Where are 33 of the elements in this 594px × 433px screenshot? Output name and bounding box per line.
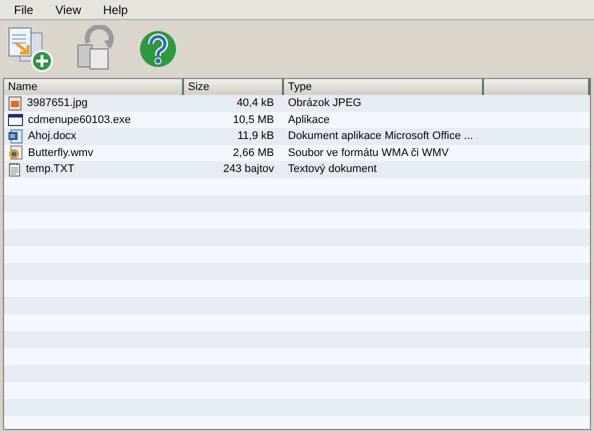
file-row[interactable]: Ahoj.docx 11,9 kB Dokument aplikace Microsoft Office ... <box>4 128 590 144</box>
file-size: 2,66 MB <box>233 146 274 160</box>
file-type: Aplikace <box>288 114 330 126</box>
file-type: Obrázok JPEG <box>288 97 362 109</box>
menu-item[interactable]: Help <box>97 0 134 18</box>
program-window-icon <box>8 112 23 127</box>
add-files-icon[interactable] <box>6 25 54 73</box>
file-size: 40,4 kB <box>236 96 274 111</box>
file-size: 10,5 MB <box>233 112 274 128</box>
file-name: Ahoj.docx <box>28 129 76 144</box>
notepad-icon <box>8 162 21 177</box>
file-name: 3987651.jpg <box>27 96 88 111</box>
column-header[interactable]: Type <box>284 79 484 95</box>
file-row[interactable]: cdmenupe60103.exe 10,5 MB Aplikace <box>4 112 590 128</box>
file-type: Soubor ve formátu WMA či WMV <box>288 146 449 158</box>
file-size: 243 bajtov <box>223 162 274 177</box>
help-icon[interactable] <box>138 29 178 69</box>
media-file-icon <box>8 145 23 160</box>
word-document-icon <box>8 128 23 144</box>
column-header[interactable]: Size <box>184 79 284 95</box>
file-type: Textový dokument <box>288 163 377 175</box>
file-size: 11,9 kB <box>238 129 274 144</box>
file-name: cdmenupe60103.exe <box>28 112 131 128</box>
file-type: Dokument aplikace Microsoft Office ... <box>288 130 474 142</box>
file-row[interactable]: temp.TXT 243 bajtov Textový dokument <box>4 161 590 178</box>
menu-item[interactable]: View <box>49 0 88 18</box>
file-name: temp.TXT <box>26 162 74 177</box>
menu-item[interactable]: File <box>8 0 40 18</box>
file-row[interactable]: Butterfly.wmv 2,66 MB Soubor ve formátu WMA či WMV <box>4 144 590 161</box>
file-name: Butterfly.wmv <box>28 146 94 160</box>
image-file-icon <box>8 96 22 111</box>
column-header[interactable]: Name <box>4 79 184 95</box>
file-row[interactable]: 3987651.jpg 40,4 kB Obrázok JPEG <box>4 95 590 112</box>
